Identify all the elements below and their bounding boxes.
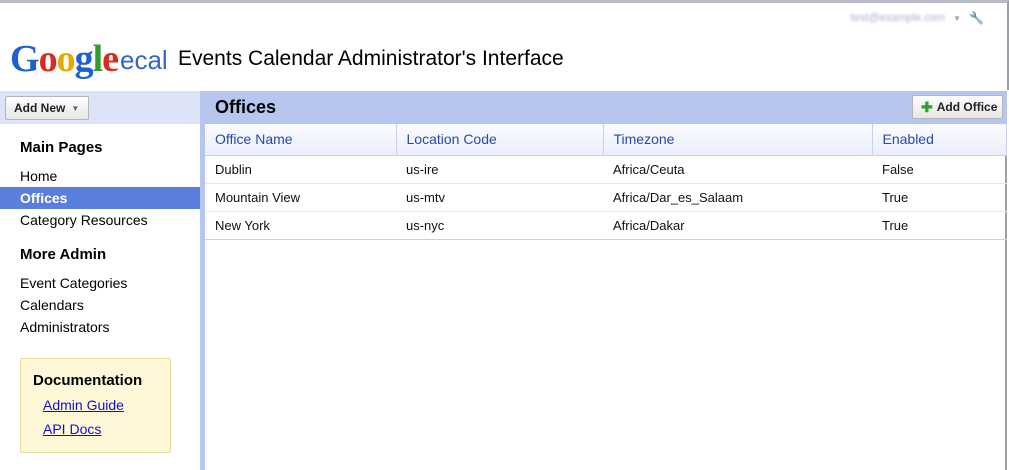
- location-code-cell: us-mtv: [396, 183, 603, 212]
- logo-letter: l: [92, 38, 104, 80]
- google-logo[interactable]: Google: [10, 38, 119, 80]
- table-row[interactable]: Mountain View us-mtv Africa/Dar_es_Salaa…: [205, 183, 1007, 212]
- sidebar: Add New ▼ Main Pages Home Offices Catego…: [0, 91, 200, 470]
- column-header-timezone[interactable]: Timezone: [603, 124, 873, 156]
- office-name-cell[interactable]: Dublin: [205, 155, 396, 184]
- documentation-title: Documentation: [33, 372, 143, 389]
- location-code-cell: us-ire: [396, 155, 603, 184]
- add-new-label: Add New: [14, 101, 66, 115]
- admin-guide-link[interactable]: Admin Guide: [43, 397, 124, 413]
- logo-letter: g: [74, 38, 94, 80]
- main-panel: Offices ✚ Add Office Office Name Locatio…: [205, 91, 1007, 470]
- caret-down-icon[interactable]: ▼: [953, 14, 961, 23]
- logo-letter: G: [10, 38, 40, 80]
- panel-title: Offices: [215, 97, 277, 117]
- sidebar-item-category-resources[interactable]: Category Resources: [0, 209, 200, 231]
- office-name-cell[interactable]: New York: [205, 211, 396, 240]
- plus-icon: ✚: [921, 99, 933, 115]
- logo-letter: o: [38, 38, 58, 80]
- office-name-cell[interactable]: Mountain View: [205, 183, 396, 212]
- add-new-button[interactable]: Add New ▼: [5, 96, 89, 120]
- enabled-cell: True: [872, 211, 1007, 240]
- enabled-cell: True: [872, 183, 1007, 212]
- timezone-cell: Africa/Dar_es_Salaam: [603, 183, 872, 212]
- panel-header: Offices ✚ Add Office: [205, 91, 1007, 124]
- sidebar-item-offices[interactable]: Offices: [0, 187, 200, 209]
- table-row[interactable]: New York us-nyc Africa/Dakar True: [205, 211, 1007, 240]
- column-header-office-name[interactable]: Office Name: [205, 124, 397, 156]
- sidebar-item-calendars[interactable]: Calendars: [0, 294, 200, 316]
- add-office-button[interactable]: ✚ Add Office: [912, 95, 1003, 119]
- column-header-enabled[interactable]: Enabled: [872, 124, 1007, 156]
- main-pages-heading: Main Pages: [20, 139, 103, 156]
- add-office-label: Add Office: [936, 100, 998, 114]
- documentation-box: Documentation Admin Guide API Docs: [20, 358, 171, 453]
- page-title: Events Calendar Administrator's Interfac…: [178, 47, 564, 70]
- wrench-icon[interactable]: 🔧: [969, 11, 984, 25]
- sidebar-item-event-categories[interactable]: Event Categories: [0, 272, 200, 294]
- more-admin-heading: More Admin: [20, 246, 107, 263]
- sidebar-item-home[interactable]: Home: [0, 165, 200, 187]
- timezone-cell: Africa/Ceuta: [603, 155, 872, 184]
- account-email[interactable]: test@example.com: [851, 12, 945, 24]
- table-header-row: Office Name Location Code Timezone Enabl…: [205, 124, 1007, 156]
- top-bar: test@example.com ▼ 🔧: [0, 0, 1009, 30]
- logo-letter: o: [56, 38, 76, 80]
- caret-down-icon: ▼: [71, 103, 80, 113]
- sidebar-toolbar: Add New ▼: [0, 91, 200, 124]
- account-menu[interactable]: test@example.com ▼ 🔧: [817, 8, 989, 28]
- offices-table: Office Name Location Code Timezone Enabl…: [205, 124, 1007, 240]
- api-docs-link[interactable]: API Docs: [43, 421, 101, 437]
- logo-product-name: ecal: [120, 45, 168, 75]
- logo-letter: e: [102, 38, 119, 80]
- app-header: Google ecal Events Calendar Administrato…: [0, 30, 1009, 90]
- enabled-cell: False: [872, 155, 1007, 184]
- sidebar-item-administrators[interactable]: Administrators: [0, 316, 200, 338]
- column-header-location-code[interactable]: Location Code: [396, 124, 604, 156]
- table-row[interactable]: Dublin us-ire Africa/Ceuta False: [205, 155, 1007, 184]
- timezone-cell: Africa/Dakar: [603, 211, 872, 240]
- location-code-cell: us-nyc: [396, 211, 603, 240]
